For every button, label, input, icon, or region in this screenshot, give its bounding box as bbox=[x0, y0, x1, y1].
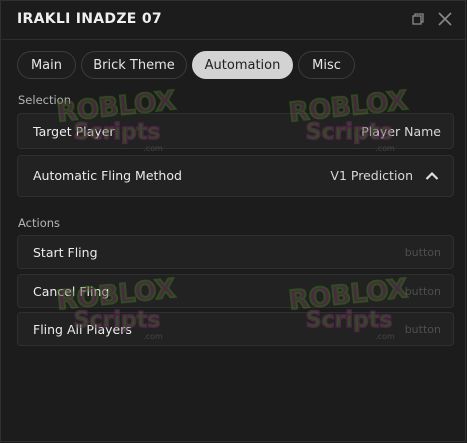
section-label-actions: Actions bbox=[18, 216, 61, 230]
target-player-input[interactable]: Target Player Player Name bbox=[17, 113, 454, 149]
fling-method-value: V1 Prediction bbox=[330, 168, 413, 183]
minimize-button[interactable] bbox=[408, 10, 426, 28]
fling-all-players-button[interactable]: Fling All Players button bbox=[17, 312, 454, 346]
tab-automation[interactable]: Automation bbox=[192, 51, 293, 79]
close-icon bbox=[438, 12, 452, 26]
tab-misc[interactable]: Misc bbox=[298, 51, 355, 79]
cancel-fling-label: Cancel Fling bbox=[33, 284, 110, 299]
start-fling-button[interactable]: Start Fling button bbox=[17, 235, 454, 269]
tab-main[interactable]: Main bbox=[17, 51, 76, 79]
cancel-fling-hint: button bbox=[404, 285, 441, 298]
window-title: IRAKLI INADZE 07 bbox=[17, 11, 162, 27]
target-player-label: Target Player bbox=[33, 124, 115, 139]
target-player-value: Player Name bbox=[361, 124, 441, 139]
fling-all-players-hint: button bbox=[404, 323, 441, 336]
script-hub-window: IRAKLI INADZE 07 Main Brick Theme Automa… bbox=[0, 0, 466, 442]
start-fling-label: Start Fling bbox=[33, 245, 98, 260]
title-bar[interactable]: IRAKLI INADZE 07 bbox=[1, 1, 465, 40]
fling-method-dropdown[interactable]: Automatic Fling Method V1 Prediction bbox=[17, 155, 454, 197]
cancel-fling-button[interactable]: Cancel Fling button bbox=[17, 274, 454, 308]
start-fling-hint: button bbox=[404, 246, 441, 259]
restore-icon bbox=[412, 13, 424, 25]
section-label-selection: Selection bbox=[18, 93, 71, 107]
chevron-up-icon bbox=[425, 171, 439, 180]
fling-all-players-label: Fling All Players bbox=[33, 322, 132, 337]
fling-method-label: Automatic Fling Method bbox=[33, 168, 182, 183]
close-button[interactable] bbox=[436, 10, 454, 28]
tab-brick-theme[interactable]: Brick Theme bbox=[81, 51, 187, 79]
